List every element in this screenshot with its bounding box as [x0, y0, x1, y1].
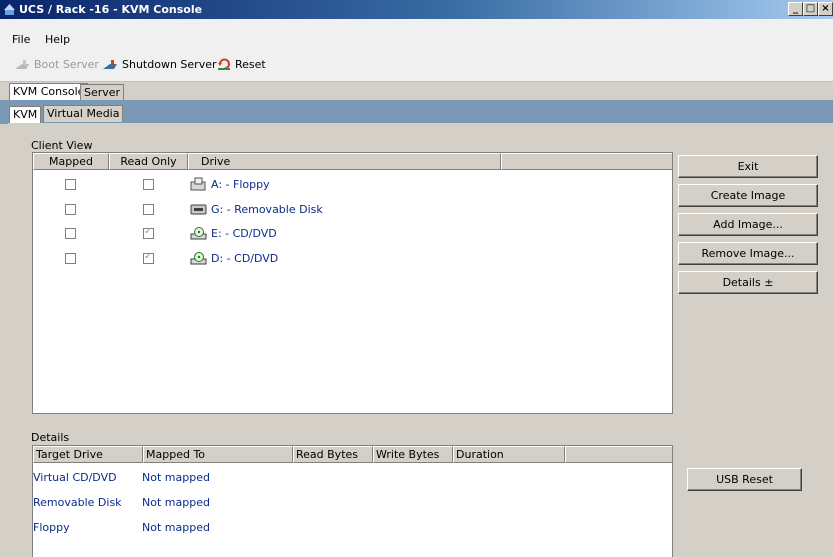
exit-button[interactable]: Exit: [678, 155, 818, 178]
window-title: UCS / Rack -16 - KVM Console: [19, 3, 203, 16]
drive-label-cd-d: D: - CD/DVD: [211, 251, 279, 265]
mapped-checkbox-removable[interactable]: [65, 204, 76, 215]
menu-file[interactable]: File: [12, 33, 30, 46]
boot-server-button[interactable]: Boot Server: [14, 58, 99, 71]
shutdown-server-label: Shutdown Server: [122, 58, 217, 71]
column-drive[interactable]: Drive: [188, 153, 501, 170]
remove-image-button[interactable]: Remove Image...: [678, 242, 818, 265]
toolbar: Boot Server Shutdown Server Reset: [0, 48, 833, 82]
floppy-drive-icon: [190, 177, 206, 191]
column-read-bytes[interactable]: Read Bytes: [293, 446, 373, 463]
client-view-label: Client View: [31, 139, 93, 152]
reset-icon: [218, 58, 230, 70]
drive-row-cd-d[interactable]: D: - CD/DVD: [190, 251, 278, 265]
detail-mapped-to-cd: Not mapped: [142, 471, 210, 484]
details-header: Target Drive Mapped To Read Bytes Write …: [33, 446, 672, 463]
drive-label-cd-e: E: - CD/DVD: [211, 226, 277, 240]
drive-label-floppy: A: - Floppy: [211, 177, 270, 191]
usb-reset-button[interactable]: USB Reset: [687, 468, 802, 491]
column-target-drive[interactable]: Target Drive: [33, 446, 143, 463]
drive-row-removable[interactable]: G: - Removable Disk: [190, 202, 323, 216]
detail-mapped-to-floppy: Not mapped: [142, 521, 210, 534]
tab-kvm[interactable]: KVM: [9, 106, 42, 123]
drive-label-removable: G: - Removable Disk: [211, 202, 323, 216]
virtual-media-panel: Client View Mapped Read Only Drive A: - …: [8, 123, 833, 557]
read-only-checkbox-cd-e[interactable]: [143, 226, 154, 239]
tab-server[interactable]: Server: [80, 84, 125, 101]
detail-target-removable: Removable Disk: [33, 496, 122, 509]
read-only-checkbox-cd-d[interactable]: [143, 251, 154, 264]
shutdown-server-button[interactable]: Shutdown Server: [102, 58, 217, 71]
mapped-checkbox-cd-e[interactable]: [65, 228, 76, 239]
sub-tab-bar: KVM Virtual Media: [0, 104, 833, 123]
reset-button[interactable]: Reset: [217, 58, 266, 71]
cd-dvd-drive-icon: [190, 252, 207, 265]
boot-server-icon: [15, 59, 29, 69]
removable-disk-icon: [190, 204, 207, 215]
client-view-table: Mapped Read Only Drive A: - Floppy G: - …: [32, 152, 673, 414]
minimize-button[interactable]: _: [788, 2, 803, 16]
read-only-checkbox-floppy[interactable]: [143, 179, 154, 190]
tab-virtual-media[interactable]: Virtual Media: [43, 105, 124, 122]
main-tab-bar: KVM Console Server: [0, 82, 833, 101]
details-toggle-button[interactable]: Details ±: [678, 271, 818, 294]
close-button[interactable]: ×: [818, 2, 833, 16]
column-write-bytes[interactable]: Write Bytes: [373, 446, 453, 463]
column-filler: [501, 153, 672, 170]
add-image-button[interactable]: Add Image...: [678, 213, 818, 236]
menu-help[interactable]: Help: [45, 33, 70, 46]
boot-server-label: Boot Server: [34, 58, 99, 71]
detail-mapped-to-removable: Not mapped: [142, 496, 210, 509]
reset-label: Reset: [235, 58, 266, 71]
column-mapped-to[interactable]: Mapped To: [143, 446, 293, 463]
mapped-checkbox-cd-d[interactable]: [65, 253, 76, 264]
menu-bar: File Help: [0, 19, 833, 48]
column-read-only[interactable]: Read Only: [109, 153, 188, 170]
read-only-checkbox-removable[interactable]: [143, 204, 154, 215]
tab-kvm-console[interactable]: KVM Console: [9, 83, 89, 100]
cd-dvd-drive-icon: [190, 227, 207, 240]
app-icon: [4, 4, 15, 15]
detail-target-cd: Virtual CD/DVD: [33, 471, 117, 484]
details-table: Target Drive Mapped To Read Bytes Write …: [32, 445, 673, 557]
column-filler: [565, 446, 672, 463]
create-image-button[interactable]: Create Image: [678, 184, 818, 207]
client-view-header: Mapped Read Only Drive: [33, 153, 672, 170]
details-label: Details: [31, 431, 70, 444]
column-mapped[interactable]: Mapped: [33, 153, 109, 170]
title-bar: UCS / Rack -16 - KVM Console _ □ ×: [0, 0, 833, 19]
detail-target-floppy: Floppy: [33, 521, 70, 534]
maximize-button[interactable]: □: [803, 2, 818, 16]
column-duration[interactable]: Duration: [453, 446, 565, 463]
shutdown-server-icon: [103, 59, 117, 69]
drive-row-floppy[interactable]: A: - Floppy: [190, 177, 270, 191]
mapped-checkbox-floppy[interactable]: [65, 179, 76, 190]
drive-row-cd-e[interactable]: E: - CD/DVD: [190, 226, 277, 240]
